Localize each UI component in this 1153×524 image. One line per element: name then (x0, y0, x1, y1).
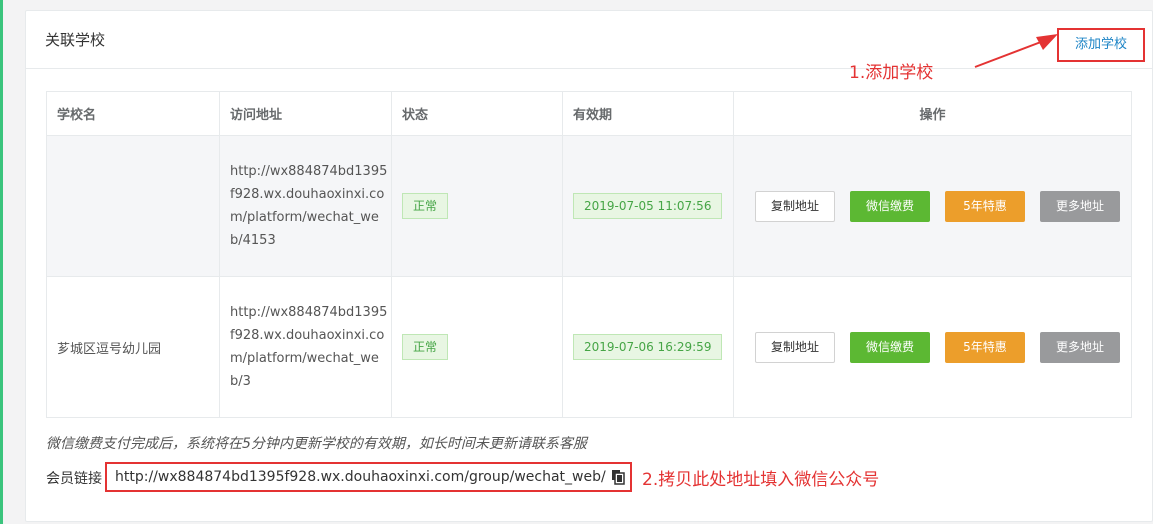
expiry-cell: 2019-07-06 16:29:59 (562, 276, 734, 418)
schools-table: 学校名 访问地址 状态 有效期 操作 http://wx884874bd1395… (46, 91, 1132, 418)
expiry-badge: 2019-07-05 11:07:56 (573, 193, 723, 219)
five-year-offer-button[interactable]: 5年特惠 (945, 331, 1025, 363)
expiry-badge: 2019-07-06 16:29:59 (573, 334, 723, 360)
status-badge: 正常 (402, 193, 449, 219)
school-url: http://wx884874bd1395f928.wx.douhaoxinxi… (230, 305, 388, 389)
more-addresses-button[interactable]: 更多地址 (1040, 190, 1120, 222)
table-row: http://wx884874bd1395f928.wx.douhaoxinxi… (46, 135, 1132, 277)
col-school-name: 学校名 (46, 91, 220, 136)
actions-cell: 复制地址 微信缴费 5年特惠 更多地址 (733, 135, 1132, 277)
school-name-cell (46, 135, 220, 277)
more-addresses-button[interactable]: 更多地址 (1040, 331, 1120, 363)
status-badge: 正常 (402, 334, 449, 360)
member-link-box: http://wx884874bd1395f928.wx.douhaoxinxi… (105, 462, 632, 492)
school-url: http://wx884874bd1395f928.wx.douhaoxinxi… (230, 164, 388, 248)
linked-schools-panel: 关联学校 添加学校 学校名 访问地址 状态 有效期 操作 http://wx88… (25, 10, 1153, 522)
table-header-row: 学校名 访问地址 状态 有效期 操作 (46, 91, 1132, 136)
copy-address-button[interactable]: 复制地址 (755, 331, 835, 363)
panel-header: 关联学校 添加学校 (26, 11, 1152, 69)
school-name-cell: 芗城区逗号幼儿园 (46, 276, 220, 418)
status-cell: 正常 (391, 135, 563, 277)
five-year-offer-button[interactable]: 5年特惠 (945, 190, 1025, 222)
copy-icon[interactable] (610, 469, 626, 485)
wechat-pay-button[interactable]: 微信缴费 (850, 190, 930, 222)
actions-cell: 复制地址 微信缴费 5年特惠 更多地址 (733, 276, 1132, 418)
table-row: 芗城区逗号幼儿园 http://wx884874bd1395f928.wx.do… (46, 276, 1132, 418)
member-link-url[interactable]: http://wx884874bd1395f928.wx.douhaoxinxi… (115, 469, 606, 485)
annotation-step-1: 1.添加学校 (849, 63, 934, 83)
member-link-label: 会员链接 (46, 471, 102, 487)
left-accent-strip (0, 0, 3, 524)
col-access-url: 访问地址 (219, 91, 392, 136)
url-cell: http://wx884874bd1395f928.wx.douhaoxinxi… (219, 135, 392, 277)
url-cell: http://wx884874bd1395f928.wx.douhaoxinxi… (219, 276, 392, 418)
expiry-cell: 2019-07-05 11:07:56 (562, 135, 734, 277)
col-status: 状态 (391, 91, 563, 136)
status-cell: 正常 (391, 276, 563, 418)
annotation-step-2: 2.拷贝此处地址填入微信公众号 (642, 470, 880, 490)
wechat-pay-button[interactable]: 微信缴费 (850, 331, 930, 363)
panel-title: 关联学校 (45, 31, 106, 49)
copy-address-button[interactable]: 复制地址 (755, 190, 835, 222)
payment-update-note: 微信缴费支付完成后，系统将在5分钟内更新学校的有效期，如长时间未更新请联系客服 (46, 436, 587, 452)
add-school-button[interactable]: 添加学校 (1057, 28, 1145, 62)
col-actions: 操作 (733, 91, 1132, 136)
col-expiry: 有效期 (562, 91, 734, 136)
